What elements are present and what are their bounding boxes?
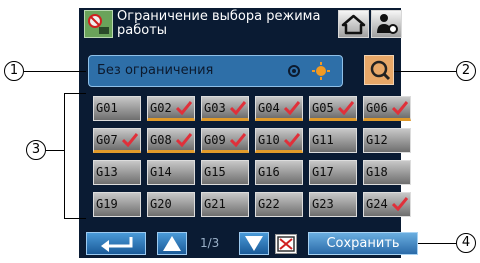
callout-3-bracket-top [64,93,86,94]
callout-3-line [46,150,64,151]
group-label: G22 [258,197,280,211]
group-label: G18 [366,165,388,179]
group-label: G13 [96,165,118,179]
clear-selection-button[interactable] [275,234,297,254]
group-button-g18[interactable]: G18 [363,160,411,185]
back-button[interactable] [86,232,146,255]
checkmark-icon [176,101,192,115]
group-label: G01 [96,101,118,115]
search-settings-button[interactable] [364,55,394,85]
checkmark-icon [122,133,138,147]
page-indicator: 1/3 [200,236,220,250]
callout-3-bracket [64,93,65,218]
group-button-g17[interactable]: G17 [309,160,357,185]
up-triangle-icon [163,236,181,251]
checkmark-icon [176,133,192,147]
group-button-g05[interactable]: G05 [309,96,357,121]
return-arrow-icon [101,237,133,252]
group-label: G03 [204,101,226,115]
user-settings-button[interactable] [371,10,402,38]
group-button-g01[interactable]: G01 [93,96,141,121]
checkmark-icon [392,101,408,115]
checkmark-icon [392,197,408,211]
checkmark-icon [284,101,300,115]
group-button-g02[interactable]: G02 [147,96,195,121]
group-label: G14 [150,165,172,179]
search-gear-icon [370,60,391,81]
group-button-g13[interactable]: G13 [93,160,141,185]
callout-3: 3 [26,140,46,160]
group-label: G15 [204,165,226,179]
callout-1: 1 [4,61,24,81]
callout-4-line [418,243,456,244]
group-button-g08[interactable]: G08 [147,128,195,153]
group-label: G05 [312,101,334,115]
group-button-g20[interactable]: G20 [147,192,195,217]
gear-icon [288,65,300,77]
save-button[interactable]: Сохранить [308,232,418,255]
callout-2-line [394,71,456,72]
page-up-button[interactable] [157,232,187,255]
status-text: Без ограничения [97,63,214,78]
group-label: G21 [204,197,226,211]
restriction-status-display: Без ограничения [88,55,343,87]
group-button-g09[interactable]: G09 [201,128,249,153]
group-button-g06[interactable]: G06 [363,96,411,121]
group-button-g19[interactable]: G19 [93,192,141,217]
checkmark-icon [230,101,246,115]
group-label: G07 [96,133,118,147]
checkmark-icon [284,133,300,147]
group-button-g23[interactable]: G23 [309,192,357,217]
down-triangle-icon [245,236,263,251]
group-button-g10[interactable]: G10 [255,128,303,153]
page-down-button[interactable] [239,232,269,255]
group-button-g07[interactable]: G07 [93,128,141,153]
group-label: G16 [258,165,280,179]
home-icon [341,14,366,35]
group-button-g12[interactable]: G12 [363,128,411,153]
group-label: G10 [258,133,280,147]
group-label: G24 [366,197,388,211]
group-label: G08 [150,133,172,147]
group-label: G11 [312,133,334,147]
callout-4: 4 [456,233,476,253]
group-label: G12 [366,133,388,147]
callout-3-bracket-bottom [64,218,86,219]
group-button-g15[interactable]: G15 [201,160,249,185]
checkmark-icon [230,133,246,147]
user-gear-icon [377,14,398,34]
group-button-g24[interactable]: G24 [363,192,411,217]
group-button-g11[interactable]: G11 [309,128,357,153]
group-label: G02 [150,101,172,115]
group-label: G19 [96,197,118,211]
group-button-g03[interactable]: G03 [201,96,249,121]
group-button-g14[interactable]: G14 [147,160,195,185]
sun-icon [312,62,330,80]
group-button-g22[interactable]: G22 [255,192,303,217]
group-button-g16[interactable]: G16 [255,160,303,185]
group-label: G23 [312,197,334,211]
group-label: G09 [204,133,226,147]
callout-1-line [24,71,86,72]
group-label: G06 [366,101,388,115]
group-button-g21[interactable]: G21 [201,192,249,217]
home-button[interactable] [338,10,369,38]
group-label: G20 [150,197,172,211]
checkbox-x-icon [277,236,295,252]
callout-2: 2 [456,61,476,81]
page-title: Ограничение выбора режима работы [117,9,321,38]
mode-restriction-icon [84,10,113,38]
group-label: G17 [312,165,334,179]
group-label: G04 [258,101,280,115]
checkmark-icon [338,101,354,115]
group-button-g04[interactable]: G04 [255,96,303,121]
